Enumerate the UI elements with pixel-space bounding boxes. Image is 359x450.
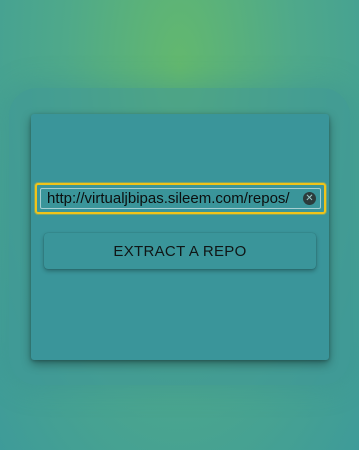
repo-url-input[interactable] <box>40 188 321 209</box>
clear-icon[interactable]: ✕ <box>303 192 316 205</box>
url-field-focus-ring: ✕ <box>35 183 326 214</box>
extract-repo-button[interactable]: EXTRACT A REPO <box>44 233 316 269</box>
